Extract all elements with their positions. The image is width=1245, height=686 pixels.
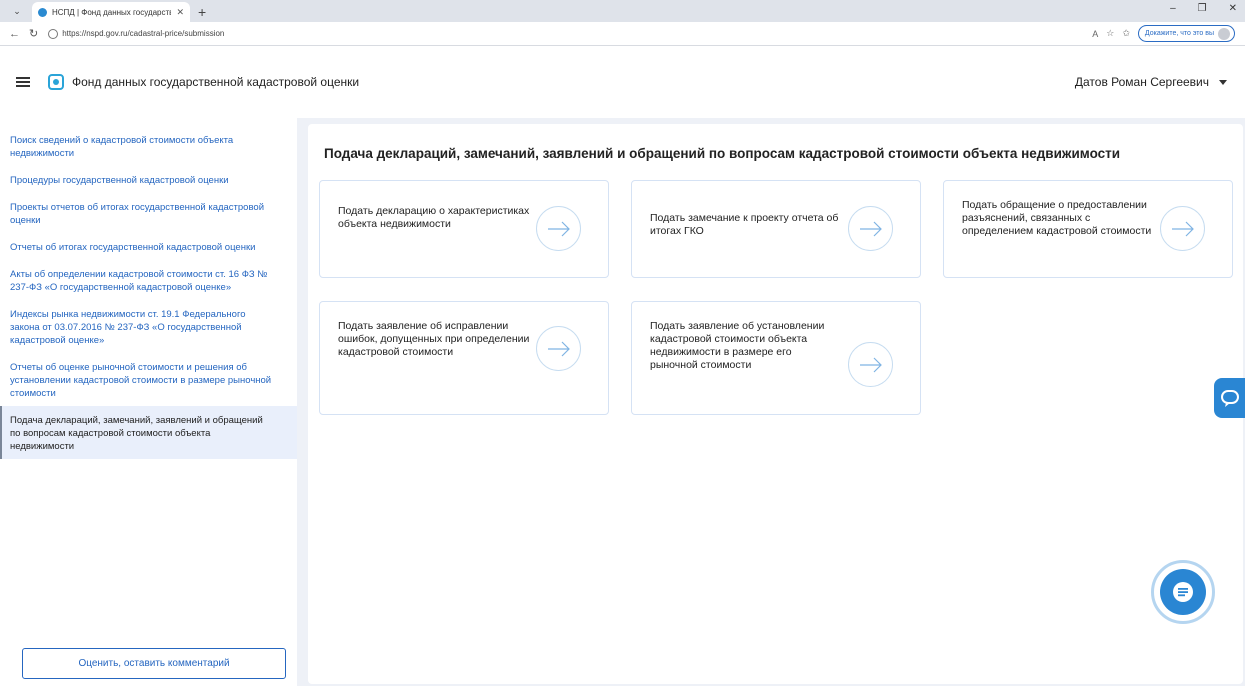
prove-identity-button[interactable]: Докажите, что это вы <box>1137 25 1235 42</box>
minimize-icon[interactable]: – <box>1170 3 1176 14</box>
arrow-right-icon <box>1160 206 1205 251</box>
user-name: Датов Роман Сергеевич <box>1074 75 1209 89</box>
browser-address-bar: ← ↻ https://nspd.gov.ru/cadastral-price/… <box>0 22 1245 46</box>
sidebar-item-market-indexes[interactable]: Индексы рынка недвижимости ст. 19.1 Феде… <box>0 300 297 353</box>
app-header: Фонд данных государственной кадастровой … <box>0 46 1245 118</box>
new-tab-icon[interactable]: + <box>198 4 206 20</box>
read-aloud-icon[interactable]: A <box>1092 29 1098 39</box>
card-market-value[interactable]: Подать заявление об установлении кадастр… <box>631 301 921 415</box>
main-panel: Подача деклараций, замечаний, заявлений … <box>308 124 1243 684</box>
sidebar-nav: Поиск сведений о кадастровой стоимости о… <box>0 118 297 459</box>
close-window-icon[interactable]: ✕ <box>1229 3 1237 14</box>
tab-title: НСПД | Фонд данных государстве <box>52 7 172 17</box>
url-field[interactable]: https://nspd.gov.ru/cadastral-price/subm… <box>48 25 748 42</box>
url-text: https://nspd.gov.ru/cadastral-price/subm… <box>62 29 225 38</box>
chat-button[interactable] <box>1151 560 1215 624</box>
window-controls: – ❐ ✕ <box>1170 3 1237 14</box>
page-title: Подача деклараций, замечаний, заявлений … <box>324 146 1121 161</box>
caret-down-icon <box>1219 79 1227 85</box>
tab-list-chevron-icon[interactable]: ⌄ <box>6 1 28 21</box>
arrow-right-icon <box>536 206 581 251</box>
card-label: Подать заявление об установлении кадастр… <box>650 320 825 371</box>
arrow-right-icon <box>848 206 893 251</box>
arrow-right-icon <box>536 326 581 371</box>
sidebar-item-cadastral-search[interactable]: Поиск сведений о кадастровой стоимости о… <box>0 126 297 166</box>
site-favicon-icon <box>38 7 47 17</box>
card-label: Подать заявление об исправлении ошибок, … <box>338 320 530 358</box>
back-icon[interactable]: ← <box>9 28 20 40</box>
rate-comment-button[interactable]: Оценить, оставить комментарий <box>22 648 286 679</box>
menu-burger-icon[interactable] <box>16 77 30 87</box>
sidebar-item-submission[interactable]: Подача деклараций, замечаний, заявлений … <box>0 406 297 459</box>
tab-close-icon[interactable]: ✕ <box>176 7 184 18</box>
card-error-correction[interactable]: Подать заявление об исправлении ошибок, … <box>319 301 609 415</box>
chat-bubble-icon <box>1160 569 1206 615</box>
reload-icon[interactable]: ↻ <box>29 27 38 40</box>
site-info-icon[interactable] <box>48 28 59 39</box>
prove-identity-label: Докажите, что это вы <box>1144 30 1214 37</box>
profile-avatar-icon <box>1218 27 1230 40</box>
fund-logo-icon <box>48 74 64 90</box>
sidebar-item-procedures[interactable]: Процедуры государственной кадастровой оц… <box>0 166 297 193</box>
arrow-right-icon <box>848 342 893 387</box>
sidebar: Поиск сведений о кадастровой стоимости о… <box>0 118 297 686</box>
sidebar-item-market-value-reports[interactable]: Отчеты об оценке рыночной стоимости и ре… <box>0 353 297 406</box>
card-clarification[interactable]: Подать обращение о предоставлении разъяс… <box>943 180 1233 278</box>
card-label: Подать декларацию о характеристиках объе… <box>338 205 530 230</box>
user-menu[interactable]: Датов Роман Сергеевич <box>1075 75 1227 89</box>
favorites-icon[interactable]: ✩ <box>1122 28 1130 39</box>
card-declaration[interactable]: Подать декларацию о характеристиках объе… <box>319 180 609 278</box>
favorite-star-icon[interactable]: ☆ <box>1106 28 1114 39</box>
card-label: Подать замечание к проекту отчета об ито… <box>650 212 839 237</box>
app-title: Фонд данных государственной кадастровой … <box>72 75 360 89</box>
card-remark[interactable]: Подать замечание к проекту отчета об ито… <box>631 180 921 278</box>
browser-tab-bar: ⌄ НСПД | Фонд данных государстве ✕ + – ❐… <box>0 0 1245 22</box>
restore-icon[interactable]: ❐ <box>1198 3 1207 14</box>
sidebar-item-acts[interactable]: Акты об определении кадастровой стоимост… <box>0 260 297 300</box>
sidebar-item-reports[interactable]: Отчеты об итогах государственной кадастр… <box>0 233 297 260</box>
browser-tab[interactable]: НСПД | Фонд данных государстве ✕ <box>32 2 190 22</box>
sidebar-item-draft-reports[interactable]: Проекты отчетов об итогах государственно… <box>0 193 297 233</box>
feedback-tab-icon[interactable] <box>1214 378 1245 418</box>
card-label: Подать обращение о предоставлении разъяс… <box>962 199 1152 237</box>
browser-toolbar: A ☆ ✩ Докажите, что это вы <box>1092 25 1235 42</box>
